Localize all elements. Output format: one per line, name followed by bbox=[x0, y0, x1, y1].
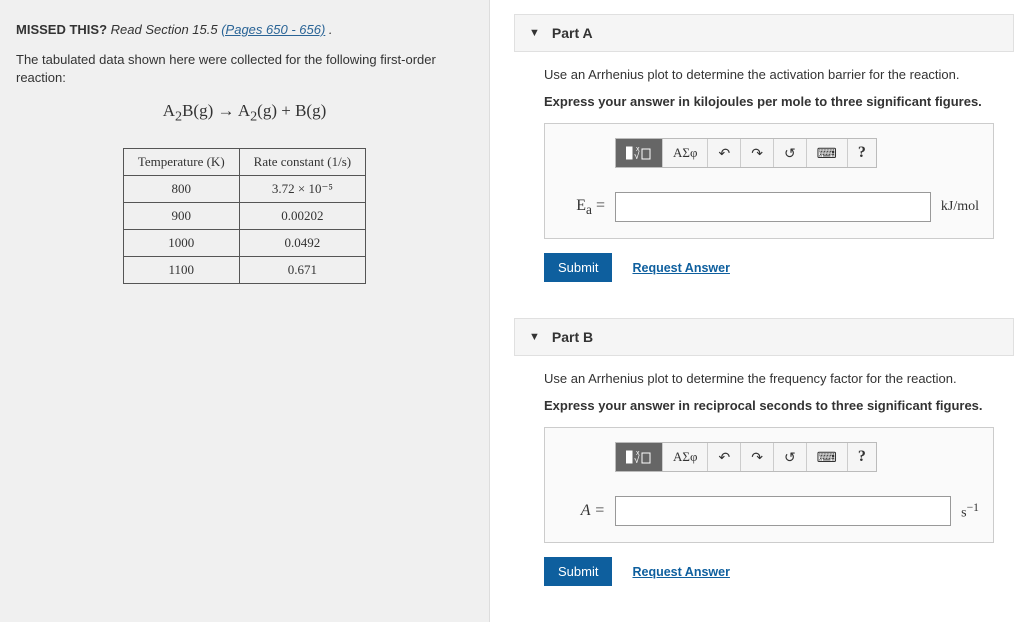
cell-temp: 800 bbox=[123, 175, 239, 202]
chevron-down-icon: ▼ bbox=[529, 331, 540, 343]
reset-button[interactable]: ↺ bbox=[774, 443, 807, 471]
chevron-down-icon: ▼ bbox=[529, 27, 540, 39]
part-a-title: Part A bbox=[552, 25, 593, 41]
keyboard-icon[interactable]: ⌨ bbox=[807, 443, 848, 471]
part-a-answer-box: x√ ΑΣφ ↶ ↷ ↺ ⌨ ? Ea = kJ/mol bbox=[544, 123, 994, 239]
cell-temp: 900 bbox=[123, 202, 239, 229]
table-row: 1100 0.671 bbox=[123, 256, 365, 283]
part-b-body: Use an Arrhenius plot to determine the f… bbox=[514, 356, 1024, 604]
table-row: 1000 0.0492 bbox=[123, 229, 365, 256]
col-header-rate: Rate constant (1/s) bbox=[239, 148, 365, 175]
missed-this-line: MISSED THIS? Read Section 15.5 (Pages 65… bbox=[16, 22, 473, 37]
part-b-input-row: A = s−1 bbox=[559, 496, 979, 526]
redo-button[interactable]: ↷ bbox=[741, 139, 774, 167]
request-answer-link[interactable]: Request Answer bbox=[632, 261, 729, 275]
equation-toolbar: x√ ΑΣφ ↶ ↷ ↺ ⌨ ? bbox=[615, 442, 877, 472]
part-a-unit: kJ/mol bbox=[941, 199, 979, 215]
part-a-input-row: Ea = kJ/mol bbox=[559, 192, 979, 222]
part-b-answer-box: x√ ΑΣφ ↶ ↷ ↺ ⌨ ? A = s−1 bbox=[544, 427, 994, 543]
equation-toolbar: x√ ΑΣφ ↶ ↷ ↺ ⌨ ? bbox=[615, 138, 877, 168]
part-b-header[interactable]: ▼ Part B bbox=[514, 318, 1014, 356]
keyboard-icon[interactable]: ⌨ bbox=[807, 139, 848, 167]
intro-text: The tabulated data shown here were colle… bbox=[16, 51, 473, 87]
reset-button[interactable]: ↺ bbox=[774, 139, 807, 167]
part-a-header[interactable]: ▼ Part A bbox=[514, 14, 1014, 52]
submit-button[interactable]: Submit bbox=[544, 253, 612, 282]
part-b-actions: Submit Request Answer bbox=[544, 557, 994, 586]
submit-button[interactable]: Submit bbox=[544, 557, 612, 586]
part-b-unit: s−1 bbox=[961, 501, 979, 522]
part-a-prompt: Use an Arrhenius plot to determine the a… bbox=[544, 66, 994, 84]
table-row: 800 3.72 × 10⁻⁵ bbox=[123, 175, 365, 202]
part-a-instruct: Express your answer in kilojoules per mo… bbox=[544, 94, 994, 109]
reaction-equation: A2B(g) → A2(g) + B(g) bbox=[16, 101, 473, 125]
help-button[interactable]: ? bbox=[848, 443, 876, 471]
question-panel: MISSED THIS? Read Section 15.5 (Pages 65… bbox=[0, 0, 490, 622]
svg-text:√: √ bbox=[634, 454, 640, 465]
template-tool-button[interactable]: x√ bbox=[616, 139, 663, 167]
part-a-var-label: Ea = bbox=[559, 197, 605, 218]
cell-rate: 0.671 bbox=[239, 256, 365, 283]
answer-panel: ▼ Part A Use an Arrhenius plot to determ… bbox=[490, 0, 1024, 622]
cell-rate: 3.72 × 10⁻⁵ bbox=[239, 175, 365, 202]
greek-tool-button[interactable]: ΑΣφ bbox=[663, 139, 708, 167]
missed-label: MISSED THIS? bbox=[16, 22, 107, 37]
part-b-answer-input[interactable] bbox=[615, 496, 951, 526]
after-link: . bbox=[325, 22, 332, 37]
undo-button[interactable]: ↶ bbox=[708, 443, 741, 471]
part-a-body: Use an Arrhenius plot to determine the a… bbox=[514, 52, 1024, 300]
missed-text: Read Section 15.5 bbox=[107, 22, 221, 37]
part-a-answer-input[interactable] bbox=[615, 192, 931, 222]
part-a-actions: Submit Request Answer bbox=[544, 253, 994, 282]
svg-text:√: √ bbox=[634, 150, 640, 161]
redo-button[interactable]: ↷ bbox=[741, 443, 774, 471]
data-table: Temperature (K) Rate constant (1/s) 800 … bbox=[123, 148, 366, 284]
undo-button[interactable]: ↶ bbox=[708, 139, 741, 167]
greek-tool-button[interactable]: ΑΣφ bbox=[663, 443, 708, 471]
cell-rate: 0.0492 bbox=[239, 229, 365, 256]
table-row: 900 0.00202 bbox=[123, 202, 365, 229]
template-tool-button[interactable]: x√ bbox=[616, 443, 663, 471]
cell-temp: 1100 bbox=[123, 256, 239, 283]
help-button[interactable]: ? bbox=[848, 139, 876, 167]
cell-temp: 1000 bbox=[123, 229, 239, 256]
col-header-temp: Temperature (K) bbox=[123, 148, 239, 175]
request-answer-link[interactable]: Request Answer bbox=[632, 565, 729, 579]
pages-link[interactable]: (Pages 650 - 656) bbox=[221, 22, 325, 37]
cell-rate: 0.00202 bbox=[239, 202, 365, 229]
part-b-prompt: Use an Arrhenius plot to determine the f… bbox=[544, 370, 994, 388]
part-b-var-label: A = bbox=[559, 502, 605, 520]
part-b-instruct: Express your answer in reciprocal second… bbox=[544, 398, 994, 413]
part-b-title: Part B bbox=[552, 329, 593, 345]
